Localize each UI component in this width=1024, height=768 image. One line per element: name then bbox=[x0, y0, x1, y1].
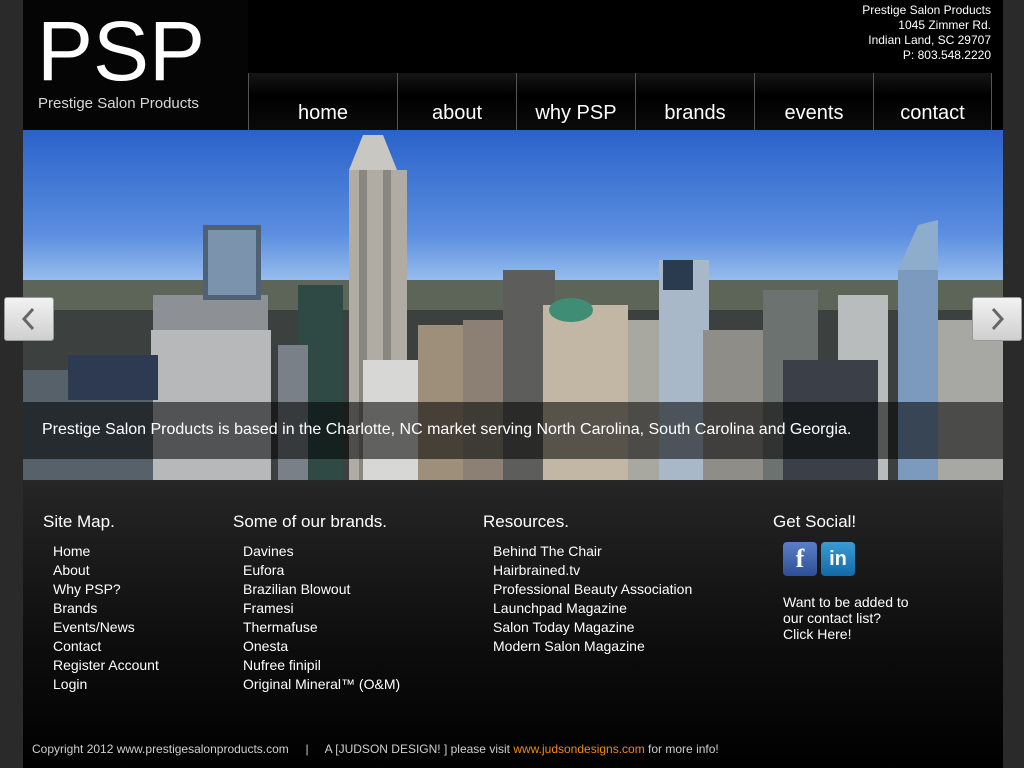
sitemap-link-contact[interactable]: Contact bbox=[53, 637, 159, 656]
contact-prompt-line-2: our contact list? bbox=[783, 610, 882, 626]
company-address: Prestige Salon Products 1045 Zimmer Rd. … bbox=[862, 3, 991, 63]
page: PSP Prestige Salon Products Prestige Sal… bbox=[23, 0, 1003, 768]
copyright: Copyright 2012 www.prestigesalonproducts… bbox=[32, 742, 719, 756]
resource-link[interactable]: Behind The Chair bbox=[493, 542, 692, 561]
brand-link[interactable]: Nufree finipil bbox=[243, 656, 400, 675]
facebook-icon[interactable]: f bbox=[783, 542, 817, 576]
sitemap-link-events[interactable]: Events/News bbox=[53, 618, 159, 637]
company-name: Prestige Salon Products bbox=[862, 3, 991, 17]
brand-link[interactable]: Framesi bbox=[243, 599, 400, 618]
sitemap-link-why-psp[interactable]: Why PSP? bbox=[53, 580, 159, 599]
brand-link[interactable]: Original Mineral™ (O&M) bbox=[243, 675, 400, 694]
social-column: Get Social! f in Want to be added to our… bbox=[773, 512, 923, 642]
logo-subtitle: Prestige Salon Products bbox=[38, 95, 199, 112]
chevron-left-icon bbox=[21, 307, 35, 331]
brand-link[interactable]: Eufora bbox=[243, 561, 400, 580]
slider-prev-button[interactable] bbox=[4, 297, 54, 341]
nav-about[interactable]: about bbox=[397, 73, 516, 130]
copyright-suffix: for more info! bbox=[644, 742, 719, 756]
logo-text: PSP bbox=[37, 4, 206, 98]
street-address: 1045 Zimmer Rd. bbox=[898, 18, 991, 32]
resource-link[interactable]: Professional Beauty Association bbox=[493, 580, 692, 599]
main-nav: home about why PSP brands events contact bbox=[248, 73, 993, 130]
footer: Site Map. Home About Why PSP? Brands Eve… bbox=[23, 480, 1003, 768]
brand-link[interactable]: Thermafuse bbox=[243, 618, 400, 637]
nav-why-psp[interactable]: why PSP bbox=[516, 73, 635, 130]
nav-brands[interactable]: brands bbox=[635, 73, 754, 130]
resources-title: Resources. bbox=[483, 512, 569, 531]
slide-caption-bar: Prestige Salon Products is based in the … bbox=[23, 402, 1003, 459]
nav-home[interactable]: home bbox=[248, 73, 397, 130]
resource-link[interactable]: Modern Salon Magazine bbox=[493, 637, 692, 656]
resource-link[interactable]: Launchpad Magazine bbox=[493, 599, 692, 618]
resource-link[interactable]: Hairbrained.tv bbox=[493, 561, 692, 580]
contact-list-prompt: Want to be added to our contact list? Cl… bbox=[783, 594, 923, 642]
brand-link[interactable]: Brazilian Blowout bbox=[243, 580, 400, 599]
sitemap-link-register[interactable]: Register Account bbox=[53, 656, 159, 675]
linkedin-icon[interactable]: in bbox=[821, 542, 855, 576]
social-title: Get Social! bbox=[773, 512, 857, 531]
social-icons: f in bbox=[783, 542, 923, 576]
sitemap-title: Site Map. bbox=[43, 512, 115, 531]
copyright-text: Copyright 2012 www.prestigesalonproducts… bbox=[32, 742, 514, 756]
sitemap-column: Site Map. Home About Why PSP? Brands Eve… bbox=[43, 512, 159, 694]
sitemap-link-home[interactable]: Home bbox=[53, 542, 159, 561]
logo[interactable]: PSP Prestige Salon Products bbox=[23, 0, 248, 130]
brand-link[interactable]: Davines bbox=[243, 542, 400, 561]
judson-designs-link[interactable]: www.judsondesigns.com bbox=[513, 742, 644, 756]
slide-caption: Prestige Salon Products is based in the … bbox=[42, 421, 852, 438]
sitemap-link-brands[interactable]: Brands bbox=[53, 599, 159, 618]
sitemap-link-about[interactable]: About bbox=[53, 561, 159, 580]
sitemap-link-login[interactable]: Login bbox=[53, 675, 159, 694]
contact-list-link[interactable]: Click Here! bbox=[783, 626, 923, 642]
nav-events[interactable]: events bbox=[754, 73, 873, 130]
slider-next-button[interactable] bbox=[972, 297, 1022, 341]
phone-number: P: 803.548.2220 bbox=[902, 48, 991, 62]
nav-contact[interactable]: contact bbox=[873, 73, 992, 130]
chevron-right-icon bbox=[991, 307, 1005, 331]
hero-slider[interactable]: Prestige Salon Products is based in the … bbox=[23, 130, 1003, 480]
brand-link[interactable]: Onesta bbox=[243, 637, 400, 656]
city-state-zip: Indian Land, SC 29707 bbox=[868, 33, 991, 47]
brands-title: Some of our brands. bbox=[233, 512, 388, 531]
brands-column: Some of our brands. Davines Eufora Brazi… bbox=[233, 512, 400, 694]
contact-prompt-line-1: Want to be added to bbox=[783, 594, 909, 610]
resources-column: Resources. Behind The Chair Hairbrained.… bbox=[483, 512, 692, 656]
resource-link[interactable]: Salon Today Magazine bbox=[493, 618, 692, 637]
